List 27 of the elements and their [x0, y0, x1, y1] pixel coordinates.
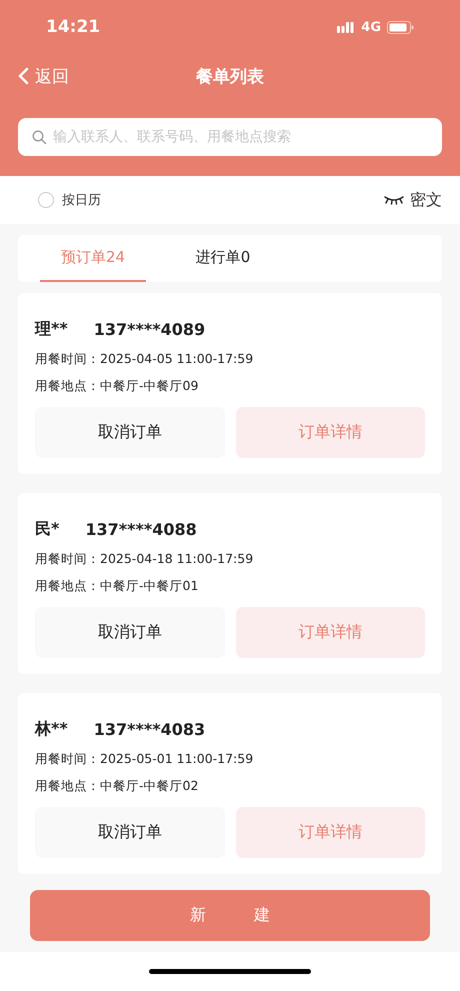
- calendar-checkbox[interactable]: 按日历: [38, 191, 101, 209]
- contact-name: 民*: [35, 518, 60, 540]
- signal-icon: [337, 21, 356, 33]
- contact-phone: 137****4083: [94, 720, 206, 738]
- dining-place: 用餐地点：中餐厅-中餐厅09: [35, 378, 200, 395]
- page-title: 餐单列表: [196, 66, 264, 88]
- dining-time: 用餐时间：2025-05-01 11:00-17:59: [35, 751, 254, 768]
- mask-toggle[interactable]: 密文: [384, 190, 442, 210]
- cancel-order-button[interactable]: 取消订单: [35, 407, 224, 458]
- dining-time: 用餐时间：2025-04-18 11:00-17:59: [35, 551, 254, 568]
- chevron-left-icon: [18, 67, 29, 85]
- battery-icon: [387, 20, 414, 34]
- dining-place: 用餐地点：中餐厅-中餐厅02: [35, 778, 200, 795]
- network-label: 4G: [361, 20, 381, 34]
- order-tab[interactable]: 进行单0: [170, 235, 276, 282]
- contact-phone: 137****4089: [94, 320, 206, 338]
- contact-name: 林**: [35, 718, 68, 740]
- contact-name: 理**: [35, 318, 68, 340]
- cancel-order-button[interactable]: 取消订单: [35, 807, 224, 858]
- contact-phone: 137****4088: [85, 520, 197, 538]
- dining-time: 用餐时间：2025-04-05 11:00-17:59: [35, 351, 254, 368]
- dining-place: 用餐地点：中餐厅-中餐厅01: [35, 578, 200, 595]
- radio-circle[interactable]: [38, 192, 54, 208]
- closed-eye-icon: [384, 195, 404, 205]
- search-field[interactable]: 输入联系人、联系号码、用餐地点搜索: [18, 118, 442, 156]
- cancel-order-button[interactable]: 取消订单: [35, 607, 224, 658]
- status-time: 14:21: [46, 17, 100, 37]
